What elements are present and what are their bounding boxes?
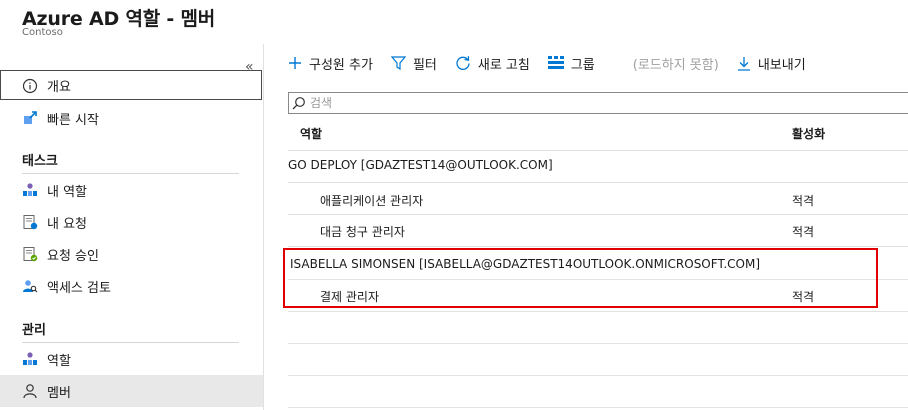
filter-label: 필터: [412, 57, 437, 73]
roles-icon: [22, 351, 38, 367]
person-icon: [22, 383, 38, 399]
sidebar-item-members[interactable]: 멤버: [0, 375, 263, 407]
load-failed-status: (로드하지 못함): [632, 57, 719, 73]
sidebar-item-label: 멤버: [47, 385, 71, 401]
row-divider: [288, 311, 908, 312]
sidebar-item-label: 액세스 검토: [47, 280, 111, 296]
sidebar-item-approve-requests[interactable]: 요청 승인: [0, 238, 263, 270]
row-divider: [288, 375, 908, 376]
sidebar-item-access-reviews[interactable]: 액세스 검토: [0, 270, 263, 302]
add-member-button[interactable]: 구성원 추가: [288, 54, 373, 73]
row-divider: [288, 214, 908, 215]
approve-icon: [22, 246, 38, 262]
sidebar-item-roles[interactable]: 역할: [0, 343, 263, 375]
column-header-role[interactable]: 역할: [300, 125, 322, 142]
search-box[interactable]: [288, 92, 908, 114]
row-divider: [288, 407, 908, 408]
sidebar-item-label: 내 역할: [47, 184, 88, 200]
filter-button[interactable]: 필터: [390, 54, 437, 73]
highlight-box: [283, 248, 878, 308]
refresh-icon: [456, 56, 470, 70]
sidebar-item-quickstart[interactable]: 빠른 시작: [0, 102, 263, 134]
row-divider: [288, 182, 908, 183]
sidebar-item-label: 개요: [47, 79, 71, 95]
page-header: Azure AD 역할 - 멤버 Contoso: [0, 0, 908, 44]
search-input[interactable]: [306, 96, 890, 110]
add-member-label: 구성원 추가: [309, 57, 373, 73]
table-row-role[interactable]: 대금 청구 관리자: [320, 223, 405, 240]
filter-icon: [390, 56, 406, 70]
plus-icon: [289, 57, 301, 69]
page-subtitle: Contoso: [22, 27, 63, 38]
info-icon: [22, 78, 38, 94]
table-row-role[interactable]: 애플리케이션 관리자: [320, 192, 423, 209]
refresh-label: 새로 고침: [477, 57, 530, 73]
download-icon: [737, 56, 750, 71]
quickstart-icon: [22, 110, 38, 126]
row-divider: [288, 150, 908, 151]
sidebar-item-my-requests[interactable]: 내 요청: [0, 206, 263, 238]
sidebar-item-label: 빠른 시작: [47, 112, 99, 128]
search-icon: [292, 97, 305, 110]
command-bar: 구성원 추가 필터 새로 고침 그룹 (로드하지 못함) 내보내기: [288, 50, 824, 76]
sidebar-item-label: 역할: [47, 353, 71, 369]
sidebar-item-label: 요청 승인: [47, 248, 99, 264]
export-label: 내보내기: [757, 57, 806, 73]
sidebar-item-my-roles[interactable]: 내 역할: [0, 174, 263, 206]
group-button[interactable]: 그룹: [547, 54, 595, 73]
sidebar: « 개요 빠른 시작 태스크 내 역할 내 요청 요청 승인 액세스 검토 관리…: [0, 44, 264, 410]
sidebar-item-label: 내 요청: [47, 216, 88, 232]
row-divider: [288, 246, 908, 247]
table-row-activation: 적격: [792, 194, 815, 208]
group-icon: [547, 56, 564, 69]
sidebar-item-overview[interactable]: 개요: [0, 70, 262, 100]
access-review-icon: [22, 278, 38, 294]
refresh-button[interactable]: 새로 고침: [455, 54, 530, 73]
roles-icon: [22, 182, 38, 198]
table-row-activation: 적격: [792, 225, 815, 239]
export-button[interactable]: 내보내기: [737, 54, 806, 73]
section-tasks: 태스크: [22, 154, 58, 169]
row-divider: [288, 343, 908, 344]
request-icon: [22, 214, 38, 230]
section-manage: 관리: [22, 323, 46, 338]
group-label: 그룹: [570, 57, 595, 73]
column-header-activation[interactable]: 활성화: [792, 125, 825, 142]
group-row-go-deploy[interactable]: GO DEPLOY [GDAZTEST14@OUTLOOK.COM]: [288, 158, 553, 172]
